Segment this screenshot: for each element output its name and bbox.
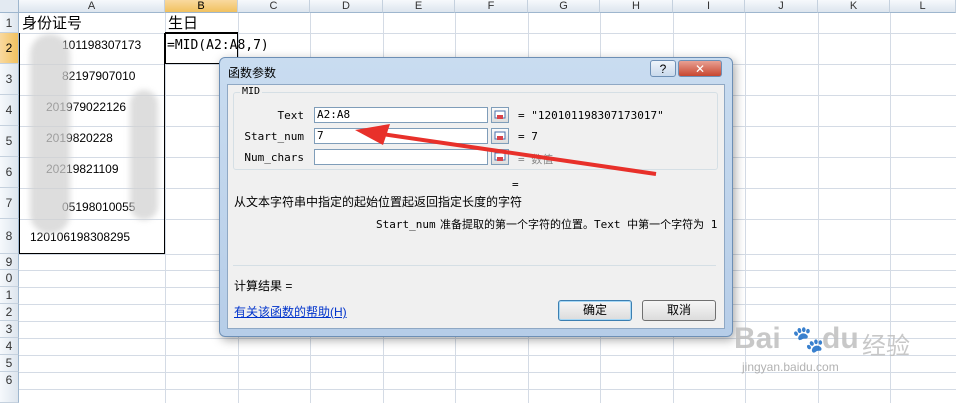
paw-icon: 🐾 xyxy=(792,324,825,354)
watermark-brand-2: du xyxy=(822,322,859,355)
baidu-watermark: Bai 🐾 du 经验 jingyan.baidu.com xyxy=(734,322,914,382)
watermark-cn: 经验 xyxy=(862,333,910,360)
watermark-brand: Bai xyxy=(734,322,781,355)
watermark-url: jingyan.baidu.com xyxy=(742,360,839,374)
